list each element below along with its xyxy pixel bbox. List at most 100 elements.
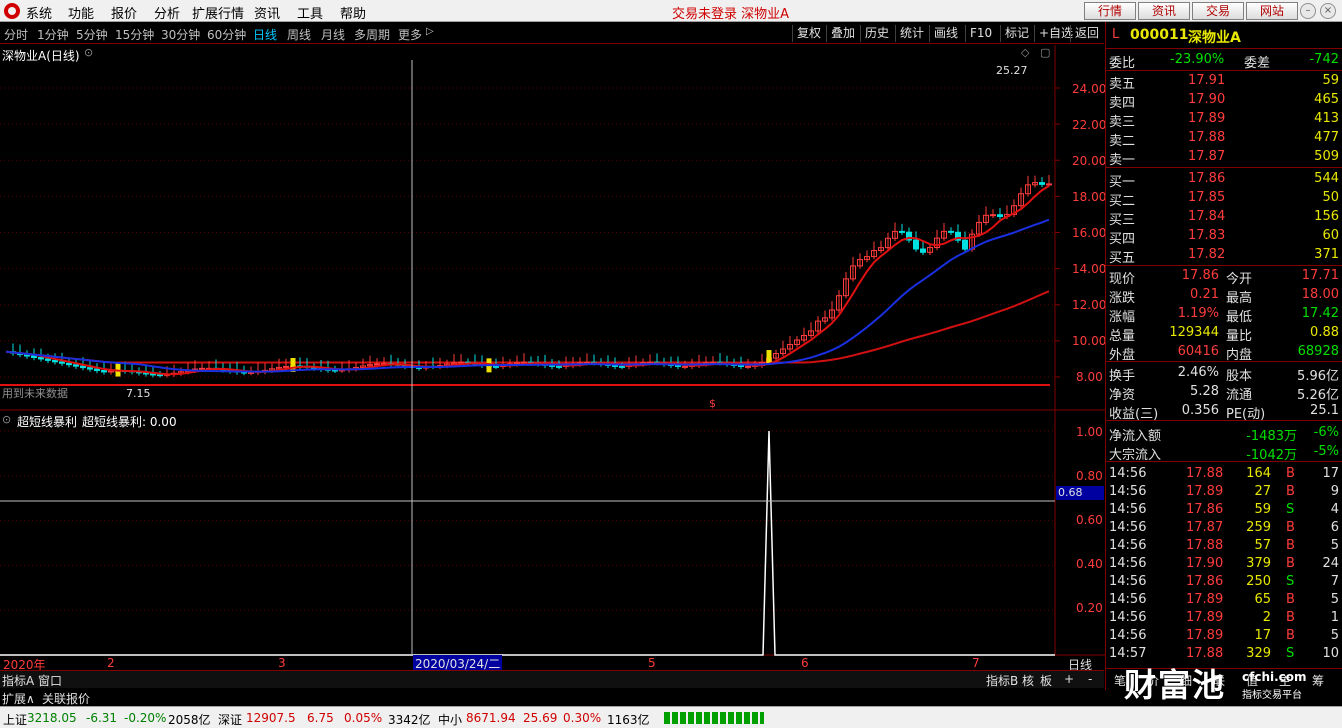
trade-button[interactable]: 交易 <box>1192 2 1244 20</box>
menu-quote[interactable]: 报价 <box>111 3 137 22</box>
market-button[interactable]: 行情 <box>1084 2 1136 20</box>
indicator-title: 超短线暴利 <box>17 415 78 429</box>
sme-index-amount: 1163亿 <box>607 713 650 727</box>
tool-mark[interactable]: 标记 <box>1000 25 1033 42</box>
menu-extended[interactable]: 扩展行情 <box>192 3 244 22</box>
menu-system[interactable]: 系统 <box>26 3 52 22</box>
expand-button[interactable]: 扩展∧ <box>2 690 35 707</box>
tick-count: 9 <box>1330 484 1339 499</box>
chart-title: 深物业A(日线) <box>2 49 80 63</box>
tool-draw-line[interactable]: 画线 <box>929 25 962 42</box>
diamond-icon[interactable]: ◇ <box>1021 46 1029 59</box>
menu-analysis[interactable]: 分析 <box>154 3 180 22</box>
indicator-collapse-icon[interactable]: ⊙ <box>2 413 11 426</box>
period-tab-intraday[interactable]: 分时 <box>4 26 28 43</box>
tick-row: 14:56 17.86 250 S 7 <box>1106 573 1342 591</box>
tick-time: 14:56 <box>1109 592 1147 607</box>
event-marker[interactable]: $ <box>709 397 716 410</box>
y-tick: 22.00 <box>1072 118 1107 132</box>
sh-index-label[interactable]: 上证 <box>3 711 27 728</box>
period-tab-30min[interactable]: 30分钟 <box>161 26 200 43</box>
tab-core[interactable]: 核 <box>1022 672 1034 689</box>
stat-value: 0.88 <box>1310 325 1339 340</box>
ask-volume: 509 <box>1314 149 1339 164</box>
date-axis-month: 7 <box>972 656 980 670</box>
period-tab-weekly[interactable]: 周线 <box>287 26 311 43</box>
ask-label: 卖一 <box>1109 153 1136 168</box>
stock-code[interactable]: 000011 <box>1130 27 1188 43</box>
bid-row: 买二 17.85 50 <box>1106 189 1342 209</box>
tool-overlay[interactable]: 叠加 <box>826 25 859 42</box>
ask-volume: 465 <box>1314 92 1339 107</box>
tab-indicator-b[interactable]: 指标B <box>986 672 1018 689</box>
stat-label: 涨跌 <box>1109 291 1136 306</box>
period-tab-1min[interactable]: 1分钟 <box>37 26 69 43</box>
tab-window[interactable]: 窗口 <box>38 672 62 689</box>
ask-label: 卖五 <box>1109 77 1136 92</box>
kline-chart[interactable] <box>0 45 1105 670</box>
menu-help[interactable]: 帮助 <box>340 3 366 22</box>
ind-y-tick: 0.80 <box>1076 469 1103 483</box>
period-tab-5min[interactable]: 5分钟 <box>76 26 108 43</box>
menu-tools[interactable]: 工具 <box>297 3 323 22</box>
close-icon[interactable]: × <box>1320 3 1336 19</box>
period-tab-60min[interactable]: 60分钟 <box>207 26 246 43</box>
flow-label: 净流入额 <box>1109 429 1162 444</box>
tick-row: 14:56 17.88 57 B 5 <box>1106 537 1342 555</box>
tool-restore-rights[interactable]: 复权 <box>792 25 825 42</box>
website-button[interactable]: 网站 <box>1246 2 1298 20</box>
tick-volume: 259 <box>1246 520 1271 535</box>
y-tick: 8.00 <box>1076 370 1103 384</box>
period-tab-daily[interactable]: 日线 <box>253 26 277 43</box>
menu-function[interactable]: 功能 <box>68 3 94 22</box>
period-tab-multi[interactable]: 多周期 <box>354 26 390 43</box>
chart-settings-icon[interactable]: ⊙ <box>84 46 93 59</box>
zoom-out-button[interactable]: - <box>1088 672 1092 686</box>
tab-board[interactable]: 板 <box>1040 672 1052 689</box>
panel-toggle-icon[interactable]: ▢ <box>1040 46 1050 59</box>
minimize-icon[interactable]: – <box>1300 3 1316 19</box>
sz-index-label[interactable]: 深证 <box>218 711 242 728</box>
tick-volume: 17 <box>1254 628 1271 643</box>
tool-statistics[interactable]: 统计 <box>895 25 928 42</box>
max-price-label: 25.27 <box>996 64 1028 77</box>
stock-name[interactable]: 深物业A <box>1188 27 1241 47</box>
stat-value: 17.86 <box>1181 268 1219 283</box>
stat-row: 总量 129344 量比 0.88 <box>1106 324 1342 344</box>
period-tab-monthly[interactable]: 月线 <box>321 26 345 43</box>
zoom-in-button[interactable]: + <box>1064 672 1074 686</box>
stat-label: 现价 <box>1109 272 1136 287</box>
tick-count: 5 <box>1330 592 1339 607</box>
tick-row: 14:56 17.90 379 B 24 <box>1106 555 1342 573</box>
tick-row: 14:56 17.87 259 B 6 <box>1106 519 1342 537</box>
sme-index-label[interactable]: 中小 <box>438 711 462 728</box>
related-quote-tab[interactable]: 关联报价 <box>42 690 90 707</box>
period-tab-15min[interactable]: 15分钟 <box>115 26 154 43</box>
tool-back[interactable]: 返回 <box>1070 25 1103 42</box>
tool-f10[interactable]: F10 <box>965 25 996 42</box>
ma-line-short <box>5 185 1050 376</box>
tick-volume: 65 <box>1254 592 1271 607</box>
tool-history[interactable]: 历史 <box>860 25 893 42</box>
indicator-line <box>0 430 1055 656</box>
quote-tab[interactable]: 筹 <box>1312 672 1324 689</box>
ask-row: 卖四 17.90 465 <box>1106 91 1342 111</box>
stat-value: 129344 <box>1169 325 1219 340</box>
period-tab-more[interactable]: 更多 <box>398 26 422 43</box>
bid-volume: 156 <box>1314 209 1339 224</box>
menu-news[interactable]: 资讯 <box>254 3 280 22</box>
y-tick: 14.00 <box>1072 262 1107 276</box>
tick-time: 14:57 <box>1109 646 1147 661</box>
stat-label: 总量 <box>1109 329 1136 344</box>
market-breadth-bar <box>664 712 764 724</box>
y-tick: 10.00 <box>1072 334 1107 348</box>
more-chevron-icon[interactable]: ▷ <box>426 26 434 37</box>
tick-row: 14:56 17.86 59 S 4 <box>1106 501 1342 519</box>
bid-price: 17.82 <box>1188 247 1226 262</box>
news-button[interactable]: 资讯 <box>1138 2 1190 20</box>
stat-row: 外盘 60416 内盘 68928 <box>1106 343 1342 363</box>
tab-indicator-a[interactable]: 指标A <box>2 672 34 689</box>
bid-volume: 544 <box>1314 171 1339 186</box>
tick-price: 17.88 <box>1186 538 1224 553</box>
bid-price: 17.83 <box>1188 228 1226 243</box>
